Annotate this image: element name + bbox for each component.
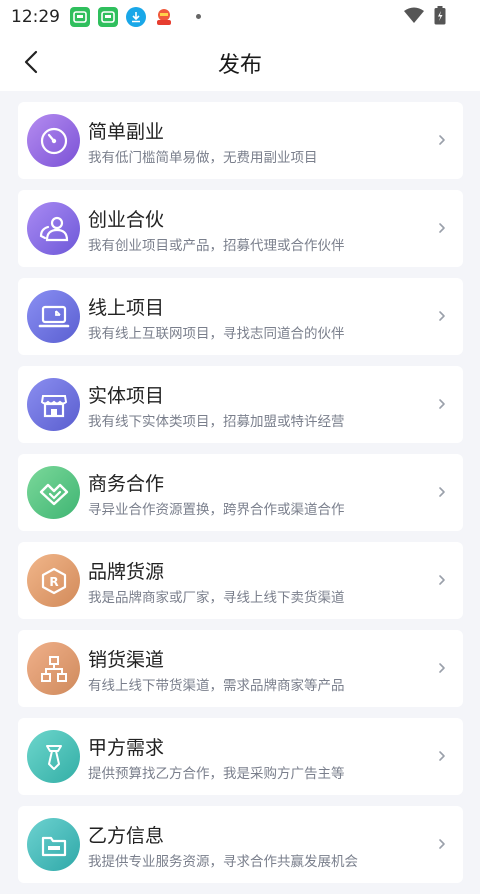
card-title: 品牌货源 [88, 561, 165, 583]
channel-icon [27, 642, 80, 695]
card-description: 有线上线下带货渠道，需求品牌商家等产品 [88, 678, 345, 694]
category-card-7[interactable]: 甲方需求提供预算找乙方合作，我是采购方广告主等 [18, 718, 463, 795]
chevron-right-icon [437, 748, 447, 764]
status-time: 12:29 [11, 6, 60, 27]
card-description: 我是品牌商家或厂家，寻线上线下卖货渠道 [88, 590, 345, 606]
card-description: 提供预算找乙方合作，我是采购方广告主等 [88, 766, 345, 782]
card-description: 我有线上互联网项目，寻找志同道合的伙伴 [88, 326, 345, 342]
system-status-icons [404, 6, 446, 25]
card-title: 商务合作 [88, 473, 165, 495]
brand-icon: R [27, 554, 80, 607]
chevron-right-icon [437, 132, 447, 148]
battery-icon [434, 6, 446, 25]
notification-icons [70, 6, 201, 27]
svg-text:R: R [49, 575, 58, 589]
category-card-6[interactable]: 销货渠道有线上线下带货渠道，需求品牌商家等产品 [18, 630, 463, 707]
category-card-8[interactable]: 乙方信息我提供专业服务资源，寻求合作共赢发展机会 [18, 806, 463, 883]
store-icon [27, 378, 80, 431]
card-description: 我有创业项目或产品，招募代理或合作伙伴 [88, 238, 345, 254]
card-description: 我有线下实体类项目，招募加盟或特许经营 [88, 414, 345, 430]
app-header: 发布 [0, 33, 480, 91]
card-title: 乙方信息 [88, 825, 165, 847]
download-icon [126, 6, 146, 27]
laptop-icon [27, 290, 80, 343]
chevron-right-icon [437, 220, 447, 236]
category-card-1[interactable]: 创业合伙我有创业项目或产品，招募代理或合作伙伴 [18, 190, 463, 267]
wifi-icon [404, 7, 424, 23]
app-notification-icon [98, 6, 118, 27]
chevron-right-icon [437, 396, 447, 412]
card-title: 销货渠道 [88, 649, 165, 671]
category-card-3[interactable]: 实体项目我有线下实体类项目，招募加盟或特许经营 [18, 366, 463, 443]
tie-icon [27, 730, 80, 783]
page-title: 发布 [217, 53, 262, 78]
category-card-2[interactable]: 线上项目我有线上互联网项目，寻找志同道合的伙伴 [18, 278, 463, 355]
card-title: 实体项目 [88, 385, 165, 407]
category-card-4[interactable]: 商务合作寻异业合作资源置换，跨界合作或渠道合作 [18, 454, 463, 531]
clock-icon [27, 114, 80, 167]
chevron-right-icon [437, 484, 447, 500]
status-bar: 12:29 [0, 0, 480, 33]
card-description: 我有低门槛简单易做，无费用副业项目 [88, 150, 318, 166]
partners-icon [27, 202, 80, 255]
chevron-right-icon [437, 308, 447, 324]
card-title: 简单副业 [88, 121, 165, 143]
card-title: 线上项目 [88, 297, 165, 319]
more-notifications-dot [196, 14, 201, 19]
chevron-right-icon [437, 836, 447, 852]
card-description: 寻异业合作资源置换，跨界合作或渠道合作 [88, 502, 345, 518]
folder-icon [27, 818, 80, 871]
chevron-right-icon [437, 572, 447, 588]
card-title: 甲方需求 [88, 737, 165, 759]
card-title: 创业合伙 [88, 209, 165, 231]
app-badge-icon [154, 7, 174, 27]
category-list: 简单副业我有低门槛简单易做，无费用副业项目创业合伙我有创业项目或产品，招募代理或… [18, 102, 463, 894]
chevron-right-icon [437, 660, 447, 676]
category-card-5[interactable]: R 品牌货源我是品牌商家或厂家，寻线上线下卖货渠道 [18, 542, 463, 619]
card-description: 我提供专业服务资源，寻求合作共赢发展机会 [88, 854, 358, 870]
app-notification-icon [70, 6, 90, 27]
handshake-icon [27, 466, 80, 519]
category-card-0[interactable]: 简单副业我有低门槛简单易做，无费用副业项目 [18, 102, 463, 179]
